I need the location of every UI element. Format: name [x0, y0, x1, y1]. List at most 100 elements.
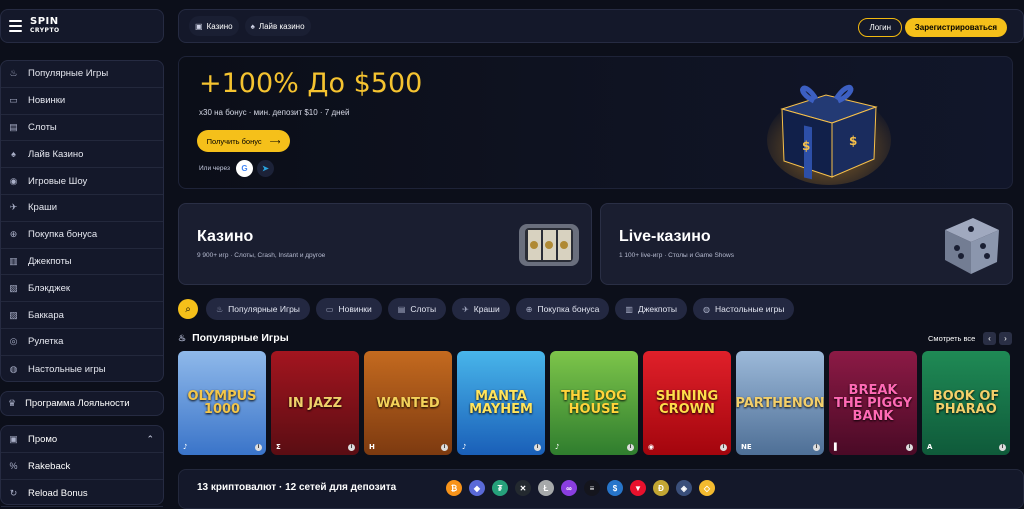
game-title: WANTED	[376, 395, 440, 411]
sidebar-item[interactable]: ♠ Лайв Казино	[1, 141, 163, 169]
logo[interactable]: SPIN CRYPTO	[30, 17, 60, 35]
game-card[interactable]: BOOK OF PHARAO Ai	[922, 351, 1010, 455]
see-all-link[interactable]: Смотреть все	[928, 334, 975, 343]
info-icon[interactable]: i	[534, 444, 541, 451]
filter-chip[interactable]: ◍ Настольные игры	[693, 298, 795, 320]
table-icon: ◍	[9, 363, 18, 374]
filter-chip[interactable]: ▭ Новинки	[315, 298, 382, 320]
game-card[interactable]: SHINING CROWN ◉ i	[643, 351, 731, 455]
link-icon: ∞	[561, 480, 577, 496]
sidebar-item[interactable]: ✈ Краши	[1, 195, 163, 222]
game-card[interactable]: MANTA MAYHEM ♪ i	[457, 351, 545, 455]
info-icon[interactable]: i	[627, 444, 634, 451]
casino-card[interactable]: Казино 9 900+ игр · Слоты, Crash, Instan…	[178, 203, 592, 285]
sidebar-item-promo[interactable]: ▣ Промо ⌃	[1, 426, 163, 453]
register-button[interactable]: Зарегистрироваться	[904, 18, 1007, 37]
provider-icon: NE	[741, 443, 752, 451]
game-card[interactable]: IN JAZZ Σi	[271, 351, 359, 455]
games-header: ♨ Популярные Игры Смотреть все ‹ ›	[178, 332, 1024, 346]
google-icon[interactable]: G	[236, 160, 253, 177]
login-button[interactable]: Логин	[858, 18, 902, 37]
filter-chip[interactable]: ⊕ Покупка бонуса	[515, 298, 610, 320]
jackpot-icon: ▥	[9, 255, 18, 266]
dice-image	[945, 218, 999, 274]
menu-icon[interactable]	[9, 20, 22, 32]
sidebar-item-label: Блэкджек	[28, 282, 71, 294]
svg-text:$: $	[802, 139, 810, 153]
tron-icon: ▼	[630, 480, 646, 496]
promo-section: ▣ Промо ⌃% Rakeback ↻ Reload Bonus	[0, 425, 164, 507]
sidebar-item[interactable]: ◉ Игровые Шоу	[1, 168, 163, 195]
ltc-icon: Ł	[538, 480, 554, 496]
telegram-icon[interactable]: ➤	[257, 160, 274, 177]
chip-label: Настольные игры	[714, 304, 785, 314]
filter-chip[interactable]: ♨ Популярные Игры	[206, 298, 310, 320]
next-arrow-icon[interactable]: ›	[999, 332, 1012, 345]
sidebar-item-promo[interactable]: % Rakeback	[1, 453, 163, 480]
sidebar-item[interactable]: ◎ Рулетка	[1, 329, 163, 356]
sidebar-item-label: Настольные игры	[28, 363, 106, 375]
game-title: PARTHENON	[736, 395, 824, 411]
provider-icon: Σ	[276, 443, 281, 451]
sidebar-item[interactable]: ▤ Слоты	[1, 115, 163, 142]
sol-icon: ≡	[584, 480, 600, 496]
section-title-text: Популярные Игры	[192, 332, 289, 344]
info-icon[interactable]: i	[348, 444, 355, 451]
sidebar-item[interactable]: ▧ Блэкджек	[1, 275, 163, 303]
game-card[interactable]: PARTHENON NE i	[736, 351, 824, 455]
top-bar: ▣ Казино ♠ Лайв казино Логин Зарегистрир…	[178, 9, 1024, 43]
info-icon[interactable]: i	[813, 444, 820, 451]
game-card[interactable]: THE DOG HOUSE ♪ i	[550, 351, 638, 455]
chevron-up-icon[interactable]: ⌃	[146, 434, 154, 445]
gift-box-image: $ $	[767, 84, 891, 185]
info-icon[interactable]: i	[999, 444, 1006, 451]
sidebar-item-label: Rakeback	[28, 460, 71, 472]
filter-chip[interactable]: ▥ Джекпоты	[615, 298, 687, 320]
slot-machine-image	[519, 224, 579, 266]
crown-icon: ♛	[8, 398, 17, 408]
baccarat-icon: ▨	[9, 309, 18, 320]
usdt-icon: ₮	[492, 480, 508, 496]
prev-arrow-icon[interactable]: ‹	[983, 332, 996, 345]
sidebar-item[interactable]: ⊕ Покупка бонуса	[1, 222, 163, 249]
bonus-icon: ⊕	[9, 229, 18, 240]
chip-icon: ✈	[462, 304, 469, 314]
chip-icon: ⊕	[525, 304, 533, 314]
arrow-right-icon: ⟶	[269, 136, 281, 146]
sidebar-item[interactable]: ▥ Джекпоты	[1, 249, 163, 276]
get-bonus-button[interactable]: Получить бонус ⟶	[197, 130, 290, 152]
filter-chip[interactable]: ▤ Слоты	[387, 298, 447, 320]
game-title: BOOK OF PHARAO	[932, 389, 1000, 417]
logo-line1: SPIN	[30, 16, 59, 27]
sidebar-item[interactable]: ♨ Популярные Игры	[1, 61, 163, 88]
sidebar-item[interactable]: ▨ Баккара	[1, 302, 163, 329]
info-icon[interactable]: i	[906, 444, 913, 451]
sidebar-item-label: Лайв Казино	[28, 148, 84, 160]
percent-icon: %	[9, 461, 18, 471]
game-card[interactable]: OLYMPUS 1000 ♪ i	[178, 351, 266, 455]
chip-icon: ◍	[703, 304, 710, 314]
tab-live-casino[interactable]: ♠ Лайв казино	[244, 16, 311, 36]
info-icon[interactable]: i	[255, 444, 262, 451]
sidebar-item-promo[interactable]: ↻ Reload Bonus	[1, 480, 163, 507]
info-icon[interactable]: i	[441, 444, 448, 451]
casino-icon: ▣	[195, 21, 203, 31]
tab-casino[interactable]: ▣ Казино	[189, 16, 239, 36]
live-casino-card[interactable]: Live-казино 1 100+ live-игр · Столы и Ga…	[600, 203, 1013, 285]
game-title: OLYMPUS 1000	[187, 389, 257, 417]
game-card[interactable]: BREAK THE PIGGY BANK ▌ i	[829, 351, 917, 455]
sidebar-item[interactable]: ▭ Новинки	[1, 88, 163, 115]
filter-chip[interactable]: ✈ Краши	[452, 298, 510, 320]
sidebar-item[interactable]: ◍ Настольные игры	[1, 356, 163, 383]
game-card[interactable]: WANTED Hi	[364, 351, 452, 455]
sidebar-item-loyalty[interactable]: ♛ Программа Лояльности	[0, 391, 164, 416]
provider-icon: A	[927, 443, 933, 451]
search-icon[interactable]: ⌕	[178, 299, 198, 319]
roulette-icon: ◎	[9, 336, 18, 347]
provider-icon: ◉	[648, 443, 655, 451]
provider-icon: ♪	[462, 443, 467, 451]
info-icon[interactable]: i	[720, 444, 727, 451]
hero-title: +100% До $500	[199, 68, 423, 99]
sidebar-item-label: Покупка бонуса	[28, 229, 98, 241]
plane-icon: ✈	[9, 202, 18, 213]
